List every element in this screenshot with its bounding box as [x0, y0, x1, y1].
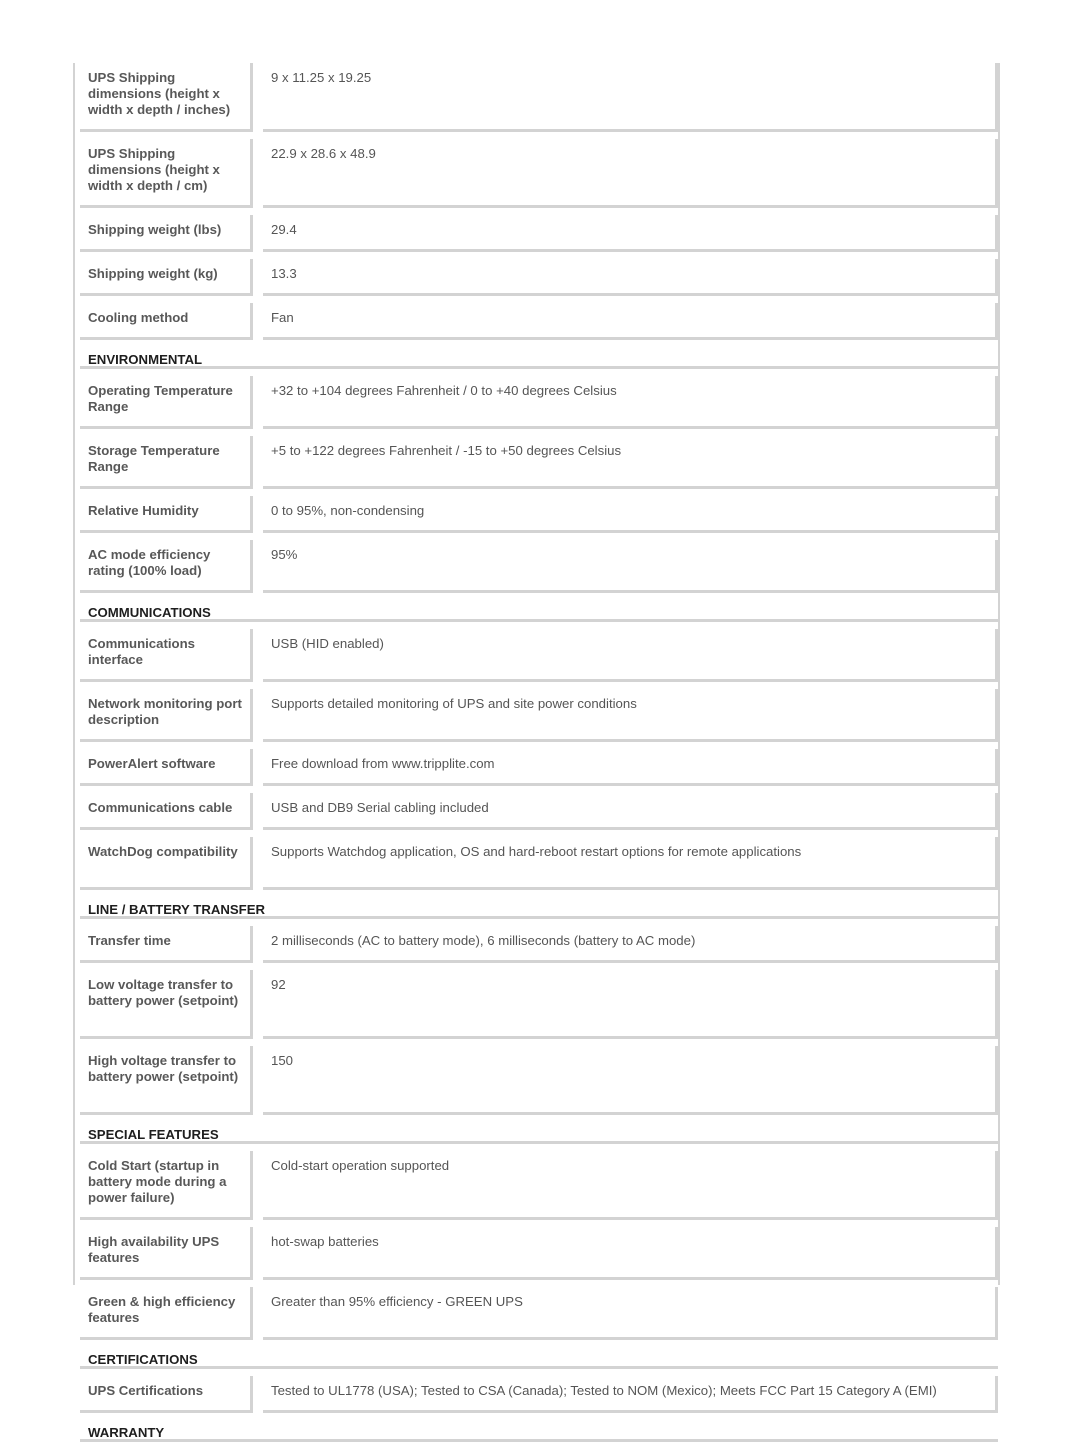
spec-value: 9 x 11.25 x 19.25	[263, 63, 998, 132]
spec-row: Cooling method Fan	[80, 303, 998, 347]
spec-label: UPS Shipping dimensions (height x width …	[80, 63, 253, 132]
spec-value: +5 to +122 degrees Fahrenheit / -15 to +…	[263, 436, 998, 489]
spec-row: AC mode efficiency rating (100% load) 95%	[80, 540, 998, 600]
section-header-row: CERTIFICATIONS	[80, 1347, 998, 1376]
spec-row: WatchDog compatibility Supports Watchdog …	[80, 837, 998, 897]
spec-label: Transfer time	[80, 926, 253, 963]
spec-label: Storage Temperature Range	[80, 436, 253, 489]
spec-value: +32 to +104 degrees Fahrenheit / 0 to +4…	[263, 376, 998, 429]
section-header-row: LINE / BATTERY TRANSFER	[80, 897, 998, 926]
spec-value: 92	[263, 970, 998, 1039]
spec-row: Network monitoring port description Suppo…	[80, 689, 998, 749]
spec-row: Communications cable USB and DB9 Serial c…	[80, 793, 998, 837]
spec-label: UPS Shipping dimensions (height x width …	[80, 139, 253, 208]
spec-row: Shipping weight (lbs) 29.4	[80, 215, 998, 259]
section-title-special-features: SPECIAL FEATURES	[80, 1122, 998, 1144]
spec-row: PowerAlert software Free download from ww…	[80, 749, 998, 793]
spec-label: PowerAlert software	[80, 749, 253, 786]
spec-value: Greater than 95% efficiency - GREEN UPS	[263, 1287, 998, 1340]
spec-label: Low voltage transfer to battery power (s…	[80, 970, 253, 1039]
spec-label: Communications cable	[80, 793, 253, 830]
spec-value: Cold-start operation supported	[263, 1151, 998, 1220]
spec-value: 95%	[263, 540, 998, 593]
section-title-certifications: CERTIFICATIONS	[80, 1347, 998, 1369]
spec-row: Green & high efficiency features Greater …	[80, 1287, 998, 1347]
spec-label: High voltage transfer to battery power (…	[80, 1046, 253, 1115]
spec-label: Operating Temperature Range	[80, 376, 253, 429]
section-title-line-battery-transfer: LINE / BATTERY TRANSFER	[80, 897, 998, 919]
spec-row: UPS Certifications Tested to UL1778 (USA)…	[80, 1376, 998, 1420]
spec-label: Relative Humidity	[80, 496, 253, 533]
spec-value: 0 to 95%, non-condensing	[263, 496, 998, 533]
spec-table: UPS Shipping dimensions (height x width …	[80, 63, 998, 1449]
spec-row: Communications interface USB (HID enabled…	[80, 629, 998, 689]
spec-row: Low voltage transfer to battery power (s…	[80, 970, 998, 1046]
section-header-row: COMMUNICATIONS	[80, 600, 998, 629]
section-header-row: ENVIRONMENTAL	[80, 347, 998, 376]
spec-label: Shipping weight (lbs)	[80, 215, 253, 252]
section-header-row: WARRANTY	[80, 1420, 998, 1449]
spec-label: WatchDog compatibility	[80, 837, 253, 890]
spec-row: High availability UPS features hot-swap b…	[80, 1227, 998, 1287]
spec-row: Shipping weight (kg) 13.3	[80, 259, 998, 303]
spec-value: hot-swap batteries	[263, 1227, 998, 1280]
spec-label: Green & high efficiency features	[80, 1287, 253, 1340]
spec-row: Transfer time 2 milliseconds (AC to batte…	[80, 926, 998, 970]
spec-row: High voltage transfer to battery power (…	[80, 1046, 998, 1122]
spec-label: High availability UPS features	[80, 1227, 253, 1280]
spec-row: Operating Temperature Range +32 to +104 d…	[80, 376, 998, 436]
spec-value: 29.4	[263, 215, 998, 252]
spec-value: 22.9 x 28.6 x 48.9	[263, 139, 998, 208]
spec-value: Fan	[263, 303, 998, 340]
spec-row: Cold Start (startup in battery mode duri…	[80, 1151, 998, 1227]
section-title-communications: COMMUNICATIONS	[80, 600, 998, 622]
section-header-row: SPECIAL FEATURES	[80, 1122, 998, 1151]
spec-value: Tested to UL1778 (USA); Tested to CSA (C…	[263, 1376, 998, 1413]
spec-label: Communications interface	[80, 629, 253, 682]
spec-value: Supports Watchdog application, OS and ha…	[263, 837, 998, 890]
spec-row: UPS Shipping dimensions (height x width …	[80, 139, 998, 215]
spec-value: Supports detailed monitoring of UPS and …	[263, 689, 998, 742]
spec-label: AC mode efficiency rating (100% load)	[80, 540, 253, 593]
spec-value: Free download from www.tripplite.com	[263, 749, 998, 786]
spec-label: Cold Start (startup in battery mode duri…	[80, 1151, 253, 1220]
spec-sheet-frame: UPS Shipping dimensions (height x width …	[73, 63, 1000, 1442]
spec-label: UPS Certifications	[80, 1376, 253, 1413]
spec-value: USB and DB9 Serial cabling included	[263, 793, 998, 830]
spec-value: 150	[263, 1046, 998, 1115]
spec-row: UPS Shipping dimensions (height x width …	[80, 63, 998, 139]
spec-row: Relative Humidity 0 to 95%, non-condensin…	[80, 496, 998, 540]
spec-value: 2 milliseconds (AC to battery mode), 6 m…	[263, 926, 998, 963]
spec-value: 13.3	[263, 259, 998, 296]
spec-value: USB (HID enabled)	[263, 629, 998, 682]
spec-label: Shipping weight (kg)	[80, 259, 253, 296]
spec-row: Storage Temperature Range +5 to +122 degr…	[80, 436, 998, 496]
section-title-warranty: WARRANTY	[80, 1420, 998, 1442]
spec-label: Cooling method	[80, 303, 253, 340]
spec-label: Network monitoring port description	[80, 689, 253, 742]
section-title-environmental: ENVIRONMENTAL	[80, 347, 998, 369]
